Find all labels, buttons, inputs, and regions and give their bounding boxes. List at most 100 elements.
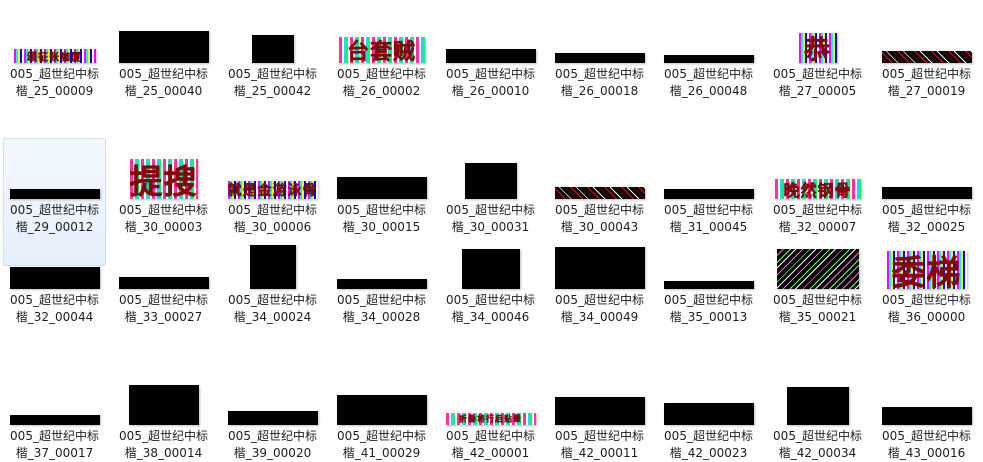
file-thumbnail-frame	[876, 3, 977, 63]
file-item[interactable]: 005_超世纪中标 楷_42_00034	[766, 364, 869, 461]
file-name-line-1: 005_超世纪中标	[664, 429, 753, 443]
file-name[interactable]: 005_超世纪中标 楷_25_00009	[4, 66, 105, 100]
file-thumbnail-frame	[440, 229, 541, 289]
file-name-line-1: 005_超世纪中标	[555, 429, 644, 443]
file-name-line-1: 005_超世纪中标	[228, 67, 317, 81]
file-name[interactable]: 005_超世纪中标 楷_42_00034	[767, 428, 868, 462]
file-name[interactable]: 005_超世纪中标 楷_35_00021	[767, 292, 868, 326]
file-item[interactable]: 005_超世纪中标 楷_39_00020	[221, 364, 324, 461]
file-name-line-2: 楷_26_00048	[669, 84, 748, 98]
file-item[interactable]: 颂征张咖厦 005_超世纪中标 楷_25_00009	[3, 2, 106, 130]
file-name-line-1: 005_超世纪中标	[555, 293, 644, 307]
file-item[interactable]: 005_超世纪中标 楷_34_00049	[548, 228, 651, 356]
file-name[interactable]: 005_超世纪中标 楷_36_00000	[876, 292, 977, 326]
file-name[interactable]: 005_超世纪中标 楷_26_00018	[549, 66, 650, 100]
file-thumbnail-frame	[331, 229, 432, 289]
image-thumbnail	[118, 277, 209, 289]
image-thumbnail: 晚然钢骨	[774, 179, 861, 199]
image-thumbnail	[118, 31, 209, 63]
file-name-line-1: 005_超世纪中标	[555, 203, 644, 217]
file-item[interactable]: 005_超世纪中标 楷_34_00046	[439, 228, 542, 356]
file-item[interactable]: 005_超世纪中标 楷_33_00027	[112, 228, 215, 356]
file-thumbnail-frame	[440, 3, 541, 63]
file-name-line-1: 005_超世纪中标	[773, 203, 862, 217]
image-thumbnail	[461, 249, 520, 289]
file-item[interactable]: 005_超世纪中标 楷_26_00018	[548, 2, 651, 130]
file-name[interactable]: 005_超世纪中标 楷_33_00027	[113, 292, 214, 326]
file-item[interactable]: 005_超世纪中标 楷_42_00023	[657, 364, 760, 461]
image-thumbnail	[464, 163, 517, 199]
image-thumbnail: 就是金游泳骨	[227, 181, 318, 199]
thumbnail-glyphs: 颂征张咖厦	[27, 52, 82, 64]
file-item[interactable]: 005_超世纪中标 楷_37_00017	[3, 364, 106, 461]
file-name[interactable]: 005_超世纪中标 楷_25_00040	[113, 66, 214, 100]
file-name-line-2: 楷_34_00046	[451, 310, 530, 324]
file-name[interactable]: 005_超世纪中标 楷_41_00029	[331, 428, 432, 462]
file-name-line-2: 楷_43_00016	[887, 446, 966, 460]
file-name-line-1: 005_超世纪中标	[119, 429, 208, 443]
file-name-line-2: 楷_38_00014	[124, 446, 203, 460]
file-name-line-2: 楷_32_00044	[15, 310, 94, 324]
file-item[interactable]: 005_超世纪中标 楷_34_00024	[221, 228, 324, 356]
file-thumbnail-frame: 提搜	[113, 139, 214, 199]
file-item[interactable]: 005_超世纪中标 楷_27_00019	[875, 2, 978, 130]
file-thumbnail-frame	[549, 365, 650, 425]
file-name[interactable]: 005_超世纪中标 楷_42_00001	[440, 428, 541, 462]
file-name-line-1: 005_超世纪中标	[446, 293, 535, 307]
file-thumbnail-frame	[331, 365, 432, 425]
file-name[interactable]: 005_超世纪中标 楷_39_00020	[222, 428, 323, 462]
file-item[interactable]: 005_超世纪中标 楷_26_00048	[657, 2, 760, 130]
image-thumbnail: 委梯	[886, 251, 967, 289]
file-thumbnail-frame	[549, 3, 650, 63]
image-thumbnail	[663, 281, 754, 289]
file-item[interactable]: 005_超世纪中标 楷_26_00010	[439, 2, 542, 130]
file-name[interactable]: 005_超世纪中标 楷_35_00013	[658, 292, 759, 326]
image-thumbnail	[9, 415, 100, 425]
file-name[interactable]: 005_超世纪中标 楷_43_00016	[876, 428, 977, 462]
file-item[interactable]: 005_超世纪中标 楷_25_00040	[112, 2, 215, 130]
file-item[interactable]: 台套贼 005_超世纪中标 楷_26_00002	[330, 2, 433, 130]
file-name[interactable]: 005_超世纪中标 楷_27_00005	[767, 66, 868, 100]
file-name-line-1: 005_超世纪中标	[337, 67, 426, 81]
file-item[interactable]: 005_超世纪中标 楷_35_00021	[766, 228, 869, 356]
file-item[interactable]: 委梯 005_超世纪中标 楷_36_00000	[875, 228, 978, 356]
file-name-line-1: 005_超世纪中标	[664, 293, 753, 307]
file-thumbnail-frame: 颂征张咖厦	[4, 3, 105, 63]
file-item[interactable]: 005_超世纪中标 楷_43_00016	[875, 364, 978, 461]
file-item[interactable]: 005_超世纪中标 楷_41_00029	[330, 364, 433, 461]
file-name-line-2: 楷_42_00034	[778, 446, 857, 460]
file-name-line-1: 005_超世纪中标	[882, 67, 971, 81]
file-name-line-2: 楷_25_00042	[233, 84, 312, 98]
file-thumbnail-frame	[876, 365, 977, 425]
file-name-line-1: 005_超世纪中标	[119, 293, 208, 307]
file-item[interactable]: 005_超世纪中标 楷_32_00044	[3, 228, 106, 356]
file-name[interactable]: 005_超世纪中标 楷_27_00019	[876, 66, 977, 100]
file-name-line-1: 005_超世纪中标	[337, 293, 426, 307]
file-name[interactable]: 005_超世纪中标 楷_34_00049	[549, 292, 650, 326]
file-name[interactable]: 005_超世纪中标 楷_42_00011	[549, 428, 650, 462]
file-item[interactable]: 折垂将行后贴晕 005_超世纪中标 楷_42_00001	[439, 364, 542, 461]
file-item[interactable]: 005_超世纪中标 楷_42_00011	[548, 364, 651, 461]
file-name[interactable]: 005_超世纪中标 楷_42_00023	[658, 428, 759, 462]
file-name[interactable]: 005_超世纪中标 楷_34_00046	[440, 292, 541, 326]
image-thumbnail	[445, 49, 536, 63]
file-item[interactable]: 005_超世纪中标 楷_25_00042	[221, 2, 324, 130]
file-name[interactable]: 005_超世纪中标 楷_26_00002	[331, 66, 432, 100]
file-name-line-1: 005_超世纪中标	[773, 293, 862, 307]
file-name-line-2: 楷_34_00024	[233, 310, 312, 324]
file-name-line-1: 005_超世纪中标	[446, 203, 535, 217]
file-item[interactable]: 005_超世纪中标 楷_35_00013	[657, 228, 760, 356]
file-name[interactable]: 005_超世纪中标 楷_26_00010	[440, 66, 541, 100]
file-name[interactable]: 005_超世纪中标 楷_25_00042	[222, 66, 323, 100]
file-name[interactable]: 005_超世纪中标 楷_26_00048	[658, 66, 759, 100]
file-thumbnail-frame: 折垂将行后贴晕	[440, 365, 541, 425]
file-name[interactable]: 005_超世纪中标 楷_32_00044	[4, 292, 105, 326]
file-name[interactable]: 005_超世纪中标 楷_34_00028	[331, 292, 432, 326]
file-name[interactable]: 005_超世纪中标 楷_37_00017	[4, 428, 105, 462]
file-name[interactable]: 005_超世纪中标 楷_34_00024	[222, 292, 323, 326]
file-name[interactable]: 005_超世纪中标 楷_38_00014	[113, 428, 214, 462]
file-item[interactable]: 005_超世纪中标 楷_34_00028	[330, 228, 433, 356]
file-item[interactable]: 005_超世纪中标 楷_38_00014	[112, 364, 215, 461]
file-item[interactable]: 恭 005_超世纪中标 楷_27_00005	[766, 2, 869, 130]
file-thumbnail-frame	[876, 139, 977, 199]
